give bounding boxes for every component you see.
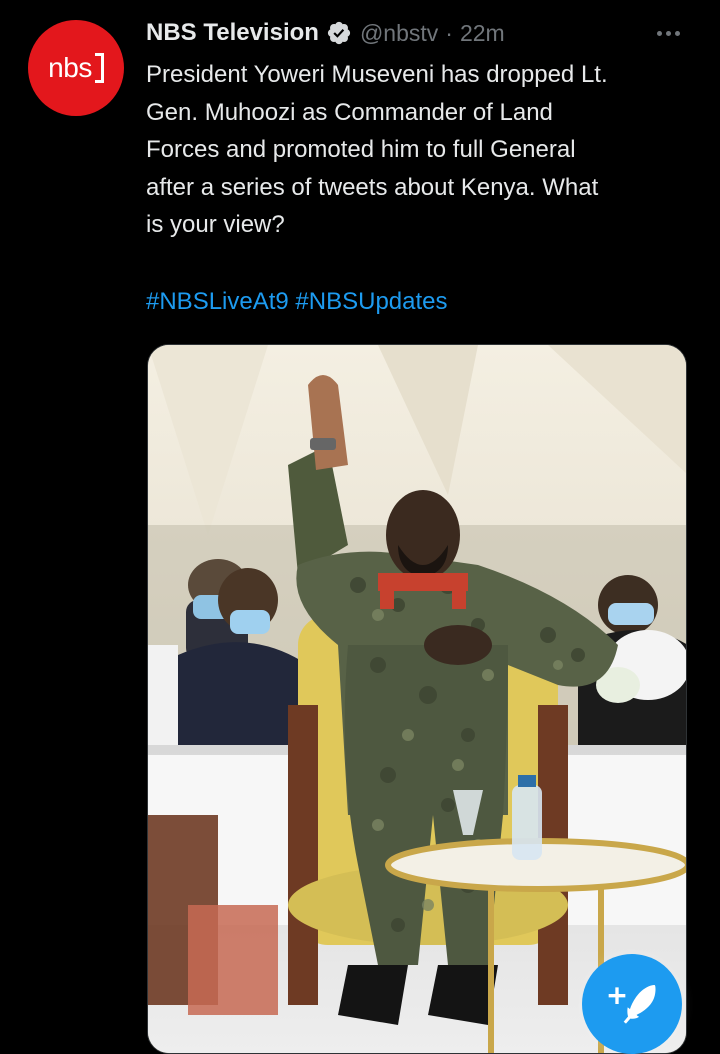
tweet-text: President Yoweri Museveni has dropped Lt… — [146, 61, 608, 238]
hashtag-link[interactable]: #NBSUpdates — [295, 288, 447, 315]
header-separator: · — [445, 19, 453, 46]
tweet[interactable]: nbs NBS Television @nbstv · 22m Presiden… — [0, 0, 720, 1054]
tweet-media-photo[interactable] — [147, 344, 687, 1054]
tweet-header: NBS Television @nbstv · 22m — [146, 16, 505, 50]
compose-tweet-button[interactable] — [582, 954, 682, 1054]
avatar-logo-bracket — [94, 53, 104, 83]
tweet-hashtags: #NBSLiveAt9 #NBSUpdates — [146, 283, 448, 321]
author-display-name[interactable]: NBS Television — [146, 19, 319, 47]
author-handle[interactable]: @nbstv — [360, 20, 438, 47]
verified-badge-icon — [326, 20, 352, 46]
tweet-timestamp[interactable]: 22m — [460, 20, 505, 47]
avatar[interactable]: nbs — [28, 20, 124, 116]
avatar-logo-text: nbs — [48, 52, 92, 83]
hashtag-link[interactable]: #NBSLiveAt9 — [146, 288, 289, 315]
more-options-icon[interactable] — [648, 19, 688, 47]
avatar-logo: nbs — [48, 52, 104, 84]
compose-tweet-icon — [608, 985, 656, 1024]
photo-illustration — [148, 345, 686, 1053]
